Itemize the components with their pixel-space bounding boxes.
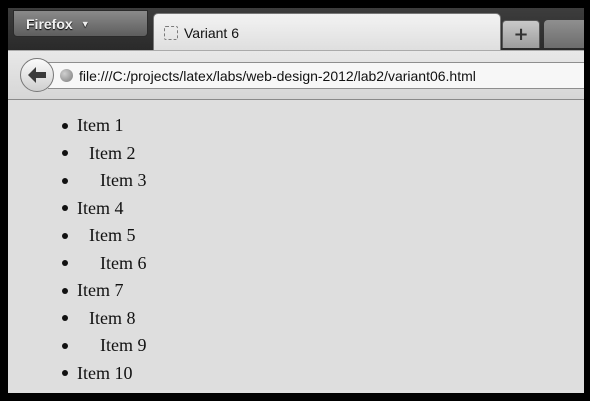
- firefox-menu-button[interactable]: Firefox ▼: [13, 10, 148, 37]
- list-item: Item 3: [62, 167, 147, 195]
- tab-variant-6[interactable]: Variant 6: [153, 13, 501, 51]
- list-item-label: Item 6: [100, 252, 147, 273]
- bullet-icon: [62, 370, 68, 377]
- item-list: Item 1 Item 2 Item 3 Item 4 Item 5 Item 6 Item…: [62, 112, 147, 387]
- bullet-icon: [62, 177, 68, 184]
- new-tab-button[interactable]: +: [502, 20, 540, 48]
- page-content: Item 1 Item 2 Item 3 Item 4 Item 5 Item 6 Item…: [8, 100, 584, 393]
- bullet-icon: [62, 342, 68, 349]
- bullet-icon: [62, 150, 68, 157]
- list-item: Item 2: [62, 140, 147, 168]
- list-item-label: Item 9: [100, 335, 147, 355]
- list-item: Item 4: [62, 195, 147, 223]
- bullet-icon: [62, 287, 68, 294]
- browser-window: Firefox ▼ Variant 6 + file:///C:/project…: [8, 8, 584, 393]
- list-item-label: Item 5: [89, 225, 136, 245]
- tab-title: Variant 6: [184, 24, 239, 41]
- list-item: Item 9: [62, 332, 147, 360]
- tab-strip-background: [544, 20, 584, 48]
- url-text: file:///C:/projects/latex/labs/web-desig…: [79, 67, 476, 84]
- arrow-left-icon: [28, 67, 46, 83]
- globe-icon: [60, 69, 73, 82]
- bullet-icon: [62, 260, 68, 267]
- list-item-label: Item 10: [77, 362, 133, 383]
- firefox-menu-label: Firefox: [26, 15, 73, 32]
- list-item: Item 10: [62, 360, 147, 388]
- list-item-label: Item 8: [89, 307, 136, 328]
- list-item-label: Item 2: [89, 142, 136, 163]
- list-item: Item 5: [62, 222, 147, 250]
- list-item-label: Item 4: [77, 197, 124, 218]
- list-item: Item 7: [62, 277, 147, 305]
- list-item-label: Item 1: [77, 115, 124, 135]
- bullet-icon: [62, 205, 68, 212]
- list-item-label: Item 3: [100, 170, 147, 190]
- back-button[interactable]: [20, 58, 54, 92]
- url-bar[interactable]: file:///C:/projects/latex/labs/web-desig…: [48, 62, 584, 89]
- navigation-bar: file:///C:/projects/latex/labs/web-desig…: [8, 50, 584, 100]
- tab-strip: Firefox ▼ Variant 6 +: [8, 8, 584, 51]
- bullet-icon: [62, 232, 68, 239]
- list-item: Item 6: [62, 250, 147, 278]
- plus-icon: +: [513, 24, 529, 45]
- bullet-icon: [62, 315, 68, 322]
- list-item: Item 1: [62, 112, 147, 140]
- chevron-down-icon: ▼: [80, 18, 90, 29]
- list-item-label: Item 7: [77, 280, 124, 300]
- list-item: Item 8: [62, 305, 147, 333]
- bullet-icon: [62, 122, 68, 129]
- page-favicon-icon: [164, 25, 178, 40]
